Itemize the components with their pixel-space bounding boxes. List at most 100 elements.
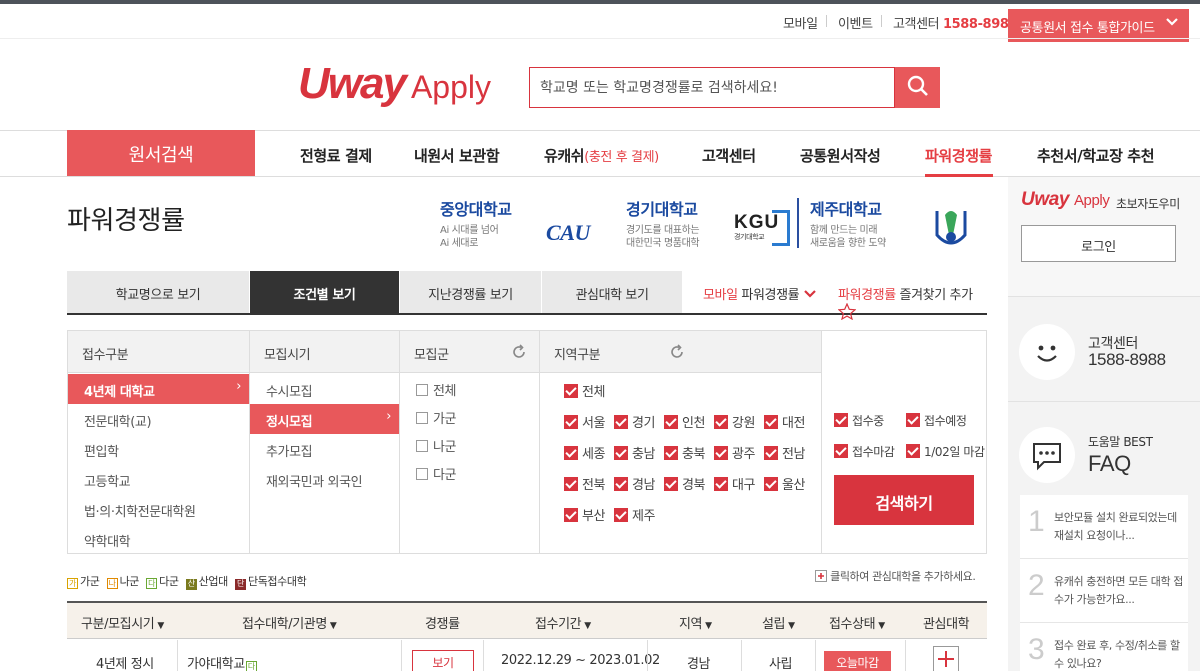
status-checkbox[interactable]: 1/02일 마감 [906,443,985,460]
checkbox-checked[interactable] [714,477,728,491]
login-button[interactable]: 로그인 [1021,225,1176,262]
nav-application-search[interactable]: 원서검색 [67,130,255,176]
filter-group-item[interactable]: 다군 [416,464,457,483]
checkbox-checked[interactable] [664,415,678,429]
search-input[interactable] [530,68,894,107]
checkbox-checked[interactable] [564,508,578,522]
region-checkbox[interactable]: 강원 [714,412,756,431]
checkbox-checked[interactable] [764,415,778,429]
uway-logo[interactable]: Uway Apply [298,59,491,109]
region-checkbox[interactable]: 경북 [664,474,706,493]
filter-period-item[interactable]: 정시모집 › [250,404,399,434]
region-checkbox[interactable]: 대전 [764,412,806,431]
filter-group-item[interactable]: 가군 [416,408,457,427]
checkbox-checked[interactable] [614,446,628,460]
banner-kyonggi[interactable]: 경기대학교 경기도를 대표하는 대한민국 명품대학 [626,196,700,250]
beginner-help-link[interactable]: 초보자도우미 [1116,195,1180,212]
banner-chungang[interactable]: 중앙대학교 Ai 시대를 넘어 Ai 세대로 [440,196,512,250]
tab-past-competition[interactable]: 지난경쟁률 보기 [400,271,542,313]
region-checkbox[interactable]: 대구 [714,474,756,493]
filter-type-item[interactable]: 전문대학(교) [84,411,152,430]
aside-customer-center[interactable]: 고객센터 1588-8988 [1008,298,1200,402]
status-checkbox[interactable]: 접수예정 [906,412,967,429]
region-checkbox[interactable]: 경남 [614,474,656,493]
checkbox-checked[interactable] [764,477,778,491]
region-checkbox[interactable]: 인천 [664,412,706,431]
region-checkbox[interactable]: 충남 [614,443,656,462]
checkbox-checked[interactable] [834,413,848,427]
th-status[interactable]: 접수상태 ▼ [829,613,885,632]
region-checkbox[interactable]: 세종 [564,443,606,462]
region-checkbox[interactable]: 제주 [614,505,656,524]
checkbox-checked[interactable] [564,446,578,460]
filter-period-item[interactable]: 재외국민과 외국인 [266,471,363,490]
checkbox-checked[interactable] [714,446,728,460]
checkbox-checked[interactable] [614,508,628,522]
nav-recommendation[interactable]: 추천서/학교장 추천 [1037,145,1155,166]
add-favorite-button[interactable] [933,646,959,671]
filter-type-item[interactable]: 약학대학 [84,531,131,550]
nav-ucash[interactable]: 유캐쉬(충전 후 결제) [544,145,659,166]
filter-period-item[interactable]: 추가모집 [266,441,313,460]
th-found[interactable]: 설립 ▼ [762,613,795,632]
tab-by-condition[interactable]: 조건별 보기 [250,271,400,313]
th-school[interactable]: 접수대학/기관명 ▼ [242,613,337,632]
mobile-power-link[interactable]: 모바일 파워경쟁률 [703,284,817,303]
filter-type-item[interactable]: 법·의·치학전문대학원 [84,501,196,520]
checkbox[interactable] [416,440,428,452]
status-checkbox[interactable]: 접수마감 [834,443,895,460]
banner-jeju[interactable]: 제주대학교 함께 만드는 미래 새로움을 향한 도약 [810,196,886,250]
status-checkbox[interactable]: 접수중 [834,412,884,429]
checkbox-checked[interactable] [564,477,578,491]
nav-common-application[interactable]: 공통원서작성 [800,145,881,166]
cs-link[interactable]: 고객센터 1588-8988 [893,13,1018,32]
filter-group-item[interactable]: 나군 [416,436,457,455]
cell-school[interactable]: 가야대학교 다 [187,653,259,671]
filter-type-item[interactable]: 편입학 [84,441,119,460]
checkbox-checked[interactable] [764,446,778,460]
filter-period-item[interactable]: 수시모집 [266,381,313,400]
faq-item[interactable]: 2 유캐쉬 충전하면 모든 대학 접수가 가능한가요... [1020,559,1188,623]
search-submit-button[interactable]: 검색하기 [834,475,974,525]
checkbox-checked[interactable] [564,415,578,429]
checkbox-checked[interactable] [564,384,578,398]
nav-my-applications[interactable]: 내원서 보관함 [414,145,500,166]
checkbox-checked[interactable] [906,413,920,427]
faq-item[interactable]: 3 접수 완료 후, 수정/취소를 할 수 있나요? [1020,623,1188,671]
filter-type-item[interactable]: 고등학교 [84,471,131,490]
refresh-icon[interactable] [510,343,528,365]
event-link[interactable]: 이벤트 [838,13,873,32]
region-checkbox[interactable]: 충북 [664,443,706,462]
faq-item[interactable]: 1 보안모듈 설치 완료되었는데 재설치 요청이나... [1020,495,1188,559]
checkbox[interactable] [416,468,428,480]
tab-favorites[interactable]: 관심대학 보기 [542,271,683,313]
region-checkbox[interactable]: 울산 [764,474,806,493]
checkbox-checked[interactable] [664,477,678,491]
add-bookmark-link[interactable]: 파워경쟁률 즐겨찾기 추가 [837,284,987,324]
checkbox-checked[interactable] [906,444,920,458]
view-ratio-button[interactable]: 보기 [412,650,474,671]
checkbox-checked[interactable] [664,446,678,460]
region-checkbox[interactable]: 경기 [614,412,656,431]
mobile-link[interactable]: 모바일 [783,13,818,32]
th-period[interactable]: 접수기간 ▼ [535,613,591,632]
region-checkbox[interactable]: 서울 [564,412,606,431]
region-checkbox[interactable]: 광주 [714,443,756,462]
filter-type-item[interactable]: 4년제 대학교 › [68,374,249,404]
tab-by-school[interactable]: 학교명으로 보기 [67,271,250,313]
region-checkbox[interactable]: 전남 [764,443,806,462]
checkbox-checked[interactable] [614,415,628,429]
nav-power-competition[interactable]: 파워경쟁률 [925,145,992,166]
refresh-icon[interactable] [668,343,686,365]
nav-customer-center[interactable]: 고객센터 [702,145,756,166]
checkbox[interactable] [416,384,428,396]
th-type[interactable]: 구분/모집시기 ▼ [81,613,164,632]
th-region[interactable]: 지역 ▼ [679,613,712,632]
checkbox-checked[interactable] [834,444,848,458]
search-button[interactable] [895,67,940,108]
filter-group-item[interactable]: 전체 [416,380,457,399]
checkbox[interactable] [416,412,428,424]
checkbox-checked[interactable] [614,477,628,491]
region-checkbox[interactable]: 부산 [564,505,606,524]
checkbox-checked[interactable] [714,415,728,429]
